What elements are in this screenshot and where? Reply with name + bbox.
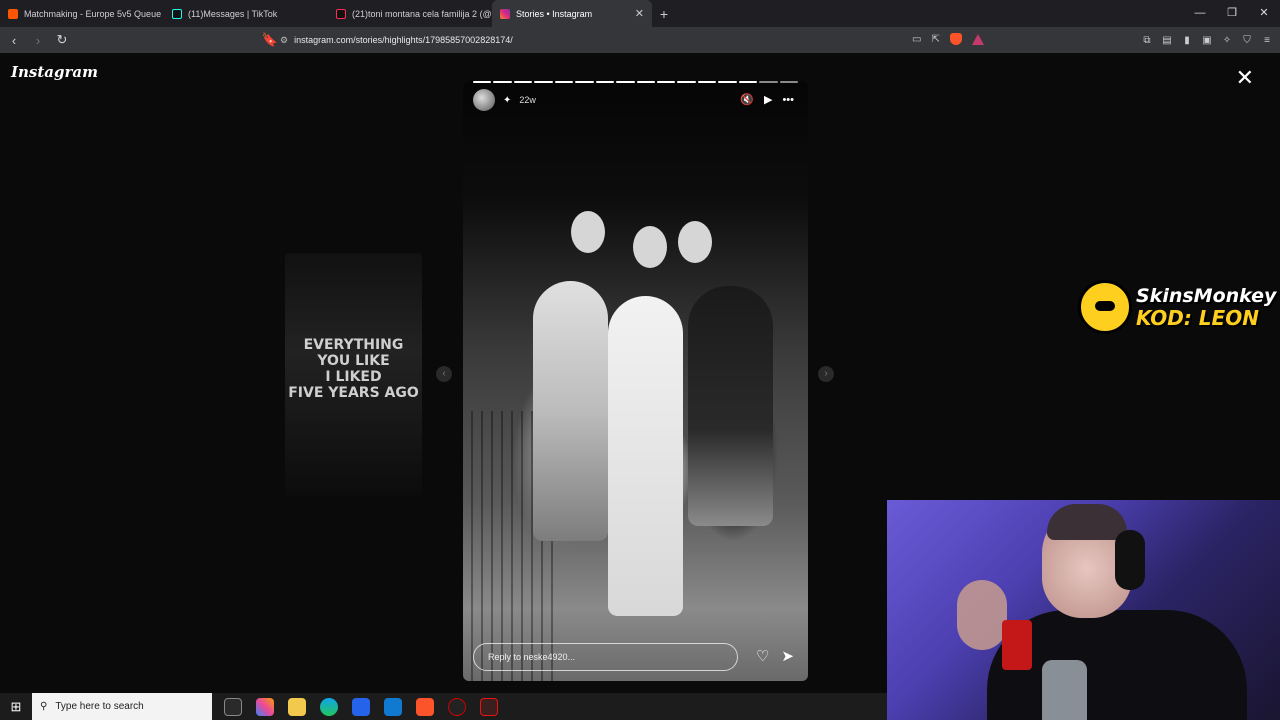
vpn-icon[interactable]: ⛉ [1240,33,1254,47]
sponsor-text: SkinsMonkey KOD: LEON [1136,285,1276,329]
copilot-icon[interactable] [256,697,274,716]
head-left [571,211,605,253]
restore-icon[interactable]: ❐ [1216,0,1248,27]
previous-story-preview[interactable]: EVERYTHING YOU LIKE I LIKED FIVE YEARS A… [285,253,422,496]
story-time: 22w [519,95,536,105]
instagram-icon [500,8,510,19]
previous-arrow-icon[interactable]: ‹ [436,366,452,382]
person-right [688,286,773,526]
tab-title: (11)Messages | TikTok [188,8,278,19]
store-icon[interactable] [352,697,370,716]
back-icon[interactable]: ‹ [4,33,24,48]
edge-icon[interactable] [320,697,338,716]
extensions-icon[interactable]: ⧉ [1140,33,1154,47]
file-explorer-icon[interactable] [288,697,306,716]
tab-tiktok-video[interactable]: (21)toni montana cela familija 2 (@t [328,0,492,27]
more-options-icon[interactable]: ••• [782,94,794,106]
windows-taskbar: ⊞ ⚲ Type here to search [0,693,887,720]
tab-faceit[interactable]: Matchmaking - Europe 5v5 Queue - [0,0,164,27]
brave-rewards-icon[interactable] [971,33,984,45]
toolbar-right: ⧉ ▤ ▮ ▣ ✧ ⛉ ≡ [1140,27,1274,53]
task-view-icon[interactable] [224,697,242,716]
person-left [533,281,608,541]
taskbar-apps [224,697,498,716]
menu-icon[interactable]: ≡ [1260,33,1274,47]
webcam-hair [1047,504,1127,540]
caption-line: YOU LIKE [317,353,390,369]
send-icon[interactable]: ➤ [781,647,794,665]
monkey-logo-icon [1078,280,1132,334]
search-placeholder: Type here to search [55,701,144,712]
tiktok-icon [336,8,346,19]
microphone [1002,620,1032,670]
next-arrow-icon[interactable]: › [818,366,834,382]
close-window-icon[interactable]: ✕ [1248,0,1280,27]
taskbar-search[interactable]: ⚲ Type here to search [32,693,212,720]
active-story[interactable]: ✦ 22w 🔇 ▶ ••• Reply to neske4920... ♡ ➤ [463,81,808,681]
webcam-overlay [887,500,1280,720]
tab-tiktok-messages[interactable]: (11)Messages | TikTok [164,0,328,27]
window-controls: — ❐ ✕ [1184,0,1280,27]
story-header: ✦ 22w [473,89,536,111]
bookmark-icon[interactable]: 🔖 [260,32,280,48]
browser-toolbar: ‹ › ↻ 🔖 ⚙ instagram.com/stories/highligh… [0,27,1280,53]
forward-icon[interactable]: › [28,33,48,48]
caption-line: I LIKED [325,369,382,385]
faceit-icon [8,8,18,19]
play-icon[interactable]: ▶ [764,93,772,106]
address-bar[interactable]: ⚙ instagram.com/stories/highlights/17985… [280,30,1000,50]
sponsor-code: KOD: LEON [1136,306,1259,330]
address-actions: ▭ ⇱ [912,33,984,45]
brave-browser-icon[interactable] [416,697,434,716]
sponsor-overlay: SkinsMonkey KOD: LEON [1078,280,1276,334]
side-story-caption: EVERYTHING YOU LIKE I LIKED FIVE YEARS A… [285,337,422,401]
app-icon[interactable] [448,697,466,716]
minimize-icon[interactable]: — [1184,0,1216,27]
leo-ai-icon[interactable]: ✧ [1220,33,1234,47]
headset [1115,530,1145,590]
tab-title: (21)toni montana cela familija 2 (@t [352,8,492,19]
tab-instagram-stories[interactable]: Stories • Instagram ✕ [492,0,652,27]
wallet-icon[interactable]: ▣ [1200,33,1214,47]
sponsor-name: SkinsMonkey [1136,285,1277,307]
brave-shields-icon[interactable] [949,33,962,45]
avatar[interactable] [473,89,495,111]
tab-title: Matchmaking - Europe 5v5 Queue - [24,8,164,19]
outlook-icon[interactable] [384,697,402,716]
mute-icon[interactable]: 🔇 [740,93,754,106]
screen: Matchmaking - Europe 5v5 Queue - (11)Mes… [0,0,1280,720]
instagram-logo[interactable]: Instagram [11,63,98,81]
like-heart-icon[interactable]: ♡ [756,647,769,665]
caption-line: EVERYTHING [303,337,404,353]
close-story-icon[interactable]: ✕ [1236,67,1254,89]
browser-tab-bar: Matchmaking - Europe 5v5 Queue - (11)Mes… [0,0,1280,27]
reply-input[interactable]: Reply to neske4920... [473,643,738,671]
highlight-icon: ✦ [503,94,512,106]
water-bottle [1042,660,1087,720]
reply-actions: ♡ ➤ [756,647,794,665]
tab-title: Stories • Instagram [516,8,593,19]
new-tab-button[interactable]: + [652,6,676,22]
head-middle [633,226,667,268]
story-progress-bar [473,81,798,83]
webcam-hand [957,580,1007,650]
tiktok-icon [172,8,182,19]
head-right [678,221,712,263]
cast-icon[interactable]: ▭ [912,34,921,45]
story-controls: 🔇 ▶ ••• [740,93,794,107]
sidebar-icon[interactable]: ▮ [1180,33,1194,47]
person-middle [608,296,683,616]
reading-list-icon[interactable]: ▤ [1160,33,1174,47]
close-tab-icon[interactable]: ✕ [635,7,644,20]
share-icon[interactable]: ⇱ [931,34,939,45]
faceit-app-icon[interactable] [480,697,498,716]
reload-icon[interactable]: ↻ [52,32,72,48]
site-info-icon[interactable]: ⚙ [280,35,288,46]
search-icon: ⚲ [40,701,48,712]
caption-line: FIVE YEARS AGO [288,385,419,401]
url-text: instagram.com/stories/highlights/1798585… [294,35,513,45]
windows-start-icon[interactable]: ⊞ [0,699,32,715]
